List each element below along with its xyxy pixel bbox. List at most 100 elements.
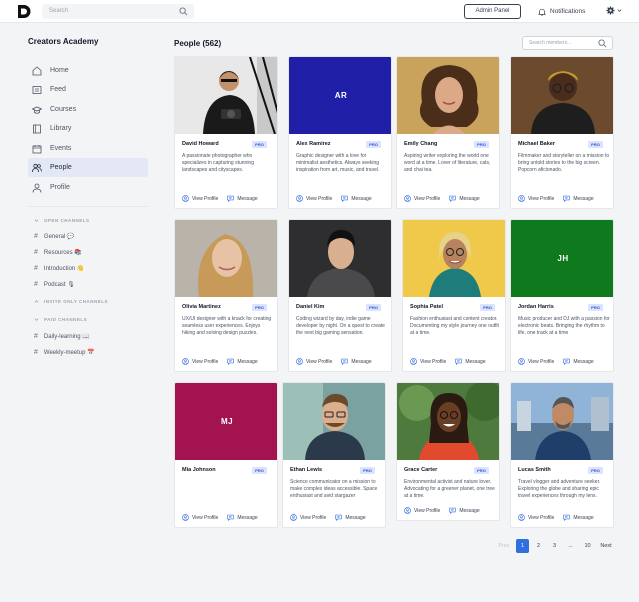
message-button[interactable]: Message: [341, 358, 372, 365]
person-card[interactable]: Daniel Kim PRO Coding wizard by day, ind…: [288, 219, 392, 372]
invite-channels-header[interactable]: INVITE ONLY CHANNELS: [34, 299, 108, 304]
person-name[interactable]: Daniel Kim: [296, 304, 324, 310]
person-name[interactable]: Lucas Smith: [518, 467, 551, 473]
message-button[interactable]: Message: [341, 195, 372, 202]
pagination-next[interactable]: Next: [597, 539, 615, 553]
person-card[interactable]: Sophia Patel PRO Fashion enthusiast and …: [402, 219, 506, 372]
view-profile-button[interactable]: View Profile: [296, 195, 332, 202]
settings-menu[interactable]: [606, 6, 622, 15]
message-icon: [563, 358, 570, 365]
channel-weekly-meetup[interactable]: # Weekly-meetup 📅: [34, 349, 95, 356]
admin-panel-button[interactable]: Admin Panel: [464, 4, 521, 19]
message-button[interactable]: Message: [449, 195, 480, 202]
paid-channels-header[interactable]: PAID CHANNELS: [34, 317, 87, 322]
channel-label: General 💬: [43, 234, 75, 240]
person-name[interactable]: Grace Carter: [404, 467, 437, 473]
view-profile-button[interactable]: View Profile: [182, 514, 218, 521]
person-card[interactable]: AR Alex Ramirez PRO Graphic designer wit…: [288, 56, 392, 209]
channel-podcast[interactable]: # Podcast 🎙: [34, 281, 75, 288]
nav-item-profile[interactable]: Profile: [28, 178, 148, 197]
nav-item-people[interactable]: People: [28, 158, 148, 177]
global-search-input[interactable]: Search: [42, 4, 194, 19]
message-icon: [455, 358, 462, 365]
view-profile-label: View Profile: [414, 195, 441, 202]
view-profile-label: View Profile: [306, 195, 333, 202]
courses-icon: [32, 106, 42, 114]
message-button[interactable]: Message: [227, 514, 258, 521]
library-icon: [33, 124, 41, 133]
person-card[interactable]: Olivia Martinez PRO UX/UI designer with …: [174, 219, 278, 372]
person-card[interactable]: Grace Carter PRO Environmental activist …: [396, 382, 500, 521]
pagination-page-2[interactable]: 2: [532, 539, 545, 553]
view-profile-button[interactable]: View Profile: [290, 514, 326, 521]
view-profile-button[interactable]: View Profile: [518, 195, 554, 202]
person-card[interactable]: JH Jordan Harris PRO Music producer and …: [510, 219, 614, 372]
message-button[interactable]: Message: [563, 358, 594, 365]
person-bio: Science communicator on a mission to mak…: [290, 479, 378, 500]
pagination-page-1[interactable]: 1: [516, 539, 529, 553]
view-profile-button[interactable]: View Profile: [182, 195, 218, 202]
view-profile-label: View Profile: [300, 514, 327, 521]
channel-resources[interactable]: # Resources 📚: [34, 249, 82, 256]
view-profile-button[interactable]: View Profile: [410, 358, 446, 365]
person-bio: Aspiring writer exploring the world one …: [404, 153, 491, 174]
person-name[interactable]: Emily Chang: [404, 141, 437, 147]
person-name[interactable]: Ethan Lewis: [290, 467, 322, 473]
view-profile-button[interactable]: View Profile: [404, 195, 440, 202]
person-name[interactable]: Jordan Harris: [518, 304, 554, 310]
person-card[interactable]: MJ Mia Johnson PRO View Profile Message: [174, 382, 278, 528]
message-button[interactable]: Message: [455, 358, 486, 365]
nav-item-home[interactable]: Home: [28, 61, 148, 80]
avatar-photo: [403, 220, 505, 297]
avatar-photo: [511, 57, 613, 134]
message-button[interactable]: Message: [227, 358, 258, 365]
message-label: Message: [345, 514, 366, 521]
person-name[interactable]: Mia Johnson: [182, 467, 216, 473]
open-channels-header[interactable]: OPEN CHANNELS: [34, 218, 90, 223]
avatar-initials: MJ: [175, 383, 277, 460]
notifications-button[interactable]: Notifications: [538, 4, 585, 19]
message-icon: [563, 514, 570, 521]
channel-introduction[interactable]: # Introduction 👋: [34, 265, 84, 272]
view-profile-button[interactable]: View Profile: [296, 358, 332, 365]
person-name[interactable]: Sophia Patel: [410, 304, 443, 310]
pagination-prev[interactable]: Prev: [494, 539, 514, 553]
user-circle-icon: [182, 358, 189, 365]
person-card[interactable]: Ethan Lewis PRO Science communicator on …: [282, 382, 386, 528]
person-name[interactable]: David Howard: [182, 141, 219, 147]
nav-item-courses[interactable]: Courses: [28, 100, 148, 119]
message-button[interactable]: Message: [563, 514, 594, 521]
logo-icon[interactable]: [16, 4, 32, 19]
person-card[interactable]: Lucas Smith PRO Travel vlogger and adven…: [510, 382, 614, 528]
person-card[interactable]: David Howard PRO A passionate photograph…: [174, 56, 278, 209]
pagination-page-10[interactable]: 10: [580, 539, 595, 553]
pagination-page-3[interactable]: 3: [548, 539, 561, 553]
view-profile-button[interactable]: View Profile: [518, 514, 554, 521]
hash-icon: #: [34, 249, 38, 256]
view-profile-button[interactable]: View Profile: [182, 358, 218, 365]
message-button[interactable]: Message: [227, 195, 258, 202]
channel-general[interactable]: # General 💬: [34, 233, 74, 240]
avatar-photo: [289, 220, 391, 297]
person-name[interactable]: Alex Ramirez: [296, 141, 331, 147]
nav-item-events[interactable]: Events: [28, 139, 148, 158]
message-icon: [341, 358, 348, 365]
avatar-photo: [175, 220, 277, 297]
message-label: Message: [351, 358, 372, 365]
notifications-label: Notifications: [550, 8, 586, 15]
nav-item-feed[interactable]: Feed: [28, 80, 148, 99]
nav-label: Profile: [50, 184, 70, 191]
view-profile-button[interactable]: View Profile: [404, 507, 440, 514]
person-name[interactable]: Michael Baker: [518, 141, 555, 147]
channel-daily-learning[interactable]: # Daily-learning 📖: [34, 333, 90, 340]
message-button[interactable]: Message: [449, 507, 480, 514]
nav-item-library[interactable]: Library: [28, 119, 148, 138]
person-card[interactable]: Emily Chang PRO Aspiring writer explorin…: [396, 56, 500, 209]
person-card[interactable]: Michael Baker PRO Filmmaker and storytel…: [510, 56, 614, 209]
message-button[interactable]: Message: [335, 514, 366, 521]
view-profile-button[interactable]: View Profile: [518, 358, 554, 365]
member-search-input[interactable]: Search members...: [522, 36, 613, 50]
view-profile-label: View Profile: [192, 358, 219, 365]
message-button[interactable]: Message: [563, 195, 594, 202]
person-name[interactable]: Olivia Martinez: [182, 304, 221, 310]
